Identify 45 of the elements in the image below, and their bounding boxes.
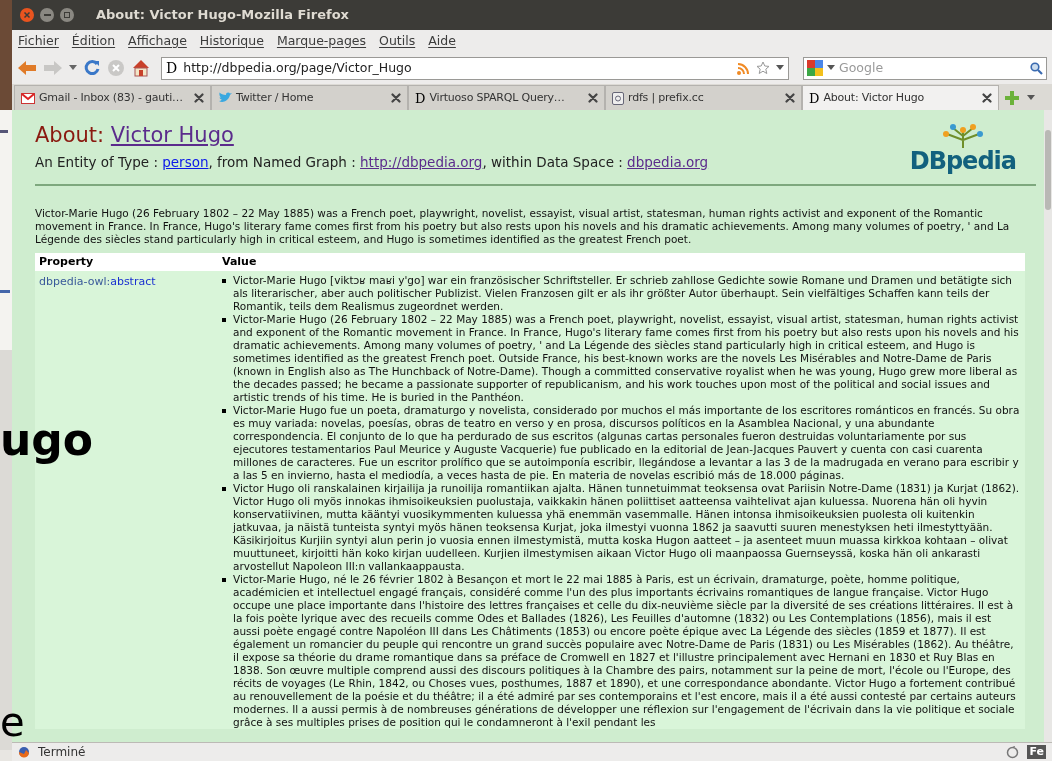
overlay-text: ugo bbox=[0, 418, 94, 462]
site-icon: D bbox=[166, 61, 178, 75]
entity-link[interactable]: http://dbpedia.org bbox=[360, 154, 483, 170]
tab-label: About: Victor Hugo bbox=[823, 89, 925, 106]
favicon: D bbox=[809, 91, 820, 105]
menu-item[interactable]: Marque-pages bbox=[276, 31, 367, 51]
url-text: http://dbpedia.org/page/Victor_Hugo bbox=[183, 58, 413, 77]
property-link[interactable]: dbpedia-owl:abstract bbox=[39, 275, 156, 288]
intro-paragraph: Victor-Marie Hugo (26 February 1802 – 22 May 1885) was a French poet, playwright, novelist, essayist, visual artist, statesman, human rights activist and exponent of the Romantic movement in France. In France, Hugo's literary fame comes first from his poetry but also rests upon his novels and his dramatic achievements. Among many volumes of poetry, ' and La Légende des siècles stand particularly high in critical esteem, and Hugo is sometimes identified as the greatest French poet. bbox=[35, 207, 1011, 246]
menu-item[interactable]: Aide bbox=[428, 31, 456, 51]
column-header: Property bbox=[38, 253, 95, 270]
heading-link[interactable]: Victor Hugo bbox=[110, 123, 234, 147]
browser-tab[interactable]: rdfs | prefix.cc bbox=[605, 85, 802, 110]
browser-tab[interactable]: Gmail - Inbox (83) - gauti… bbox=[14, 85, 211, 110]
abstract-text: Victor-Marie Hugo fue un poeta, dramaturgo y novelista, considerado por muchos el más importante de los escritores románticos en francés. Su obra es muy variada: novelas, poesías, obras de teatro en verso y en prosa, discursos políticos en la Asamblea Nacional, y una abundante correspondencia. El conjunto de lo que ha perdurado de sus escritos (algunas cartas personales fueron destruidas voluntariamente por sus ejecutores testamentarios Paul Meurice y Auguste Vacquerie) fue publicado en la editorial de Jean-Jacques Pauvert y cuenta con casi cuarenta millones de caracteres. Fue un escritor prolífico que se autoimponía escribir, llegándose a levantar a las 3 de la madrugada en verano para escribir y a las 5 en invierno, hasta el mediodía, a veces hasta de pie. En materia de novelas escribió más de 18.000 páginas. bbox=[233, 404, 1021, 482]
abstract-text: Victor-Marie Hugo, né le 26 février 1802 à Besançon et mort le 22 mai 1885 à Paris, est un écrivain, dramaturge, poète, homme politique, académicien et intellectuel engagé français, considéré comme l'un des plus importants écrivains romantiques de langue française. Victor Hugo occupe une place importante dans l'histoire des lettres françaises et celle du dix-neuvième siècle par la diversité de ses créations littéraires. Il est à la fois poète lyrique avec des recueils comme Odes et Ballades (1826), Les Feuilles d'automne (1832) ou Les Contemplations (1856), mais il est aussi poète engagé contre Napoléon III dans Les Châtiments (1853) ou encore poète épique avec La Légende des siècles (1859 et 1877). Il est également un romancier du peuple qui rencontre un grand succès populaire avec Notre-Dame de Paris (1831) ou Les Misérables (1862). Au théâtre, il expose sa théorie du drame romantique dans sa préface de Cromwell en 1827 et l'illustre principalement avec Hernani en 1830 et Ruy Blas en 1838. Son œuvre multiple comprend aussi des discours politiques à la Chambre des pairs, notamment sur la peine de mort, l'école ou l'Europe, des récits de voyages (Le Rhin, 1842, ou Choses vues, posthumes, 1887 et 1890), et une correspondance abondante. Victor Hugo a fortement contribué au renouvellement de la poésie et du théâtre; il a été admiré par ses contemporains et l'est encore, mais il a été aussi contesté par certains auteurs modernes. Il a aussi permis à de nombreuses générations de développer une réflexion sur l'engagement de l'écrivain dans la vie politique et sociale grâce à ses multiples prises de position qui le condamneront à l'exil pendant les bbox=[233, 573, 1017, 729]
menu-item[interactable]: Outils bbox=[379, 31, 416, 51]
entity-link[interactable]: person bbox=[162, 154, 209, 170]
status-badge: Fe bbox=[1027, 745, 1046, 759]
tab-label: Virtuoso SPARQL Query… bbox=[429, 89, 566, 106]
abstract-text: Victor-Marie Hugo (26 February 1802 – 22 May 1885) was a French poet, playwright, novelist, essayist, visual artist, statesman, human rights activist and exponent of the Romantic movement in France. In France, Hugo's literary fame comes first from his poetry but also rests upon his novels and his dramatic achievements. Among many volumes of poetry, ' and La Légende des siècles stand particularly high in critical esteem, and Hugo is sometimes identified as the greatest French poet. Outside France, his best-known works are the novels Les Misérables and Notre-Dame de Paris (known in English also as The Hunchback of Notre-Dame). Though a committed conservative royalist when he was young, Hugo grew more liberal as the decades passed; he became a passionate supporter of republicanism, and his work touches upon most of the political and social issues and artistic trends of his time. He is buried in the Panthéon. bbox=[233, 313, 1020, 404]
tab-label: rdfs | prefix.cc bbox=[628, 89, 705, 106]
browser-tab[interactable]: Twitter / Home bbox=[211, 85, 408, 110]
page-heading: About: bbox=[35, 123, 105, 147]
overlay-text: e bbox=[0, 702, 25, 742]
entity-description: An Entity of Type : person, from Named Graph : http://dbpedia.org, within Data Space : dbpedia.org bbox=[35, 153, 709, 172]
tab-label: Gmail - Inbox (83) - gauti… bbox=[39, 89, 184, 106]
menu-item[interactable]: Édition bbox=[71, 31, 116, 51]
abstract-text: Victor-Marie Hugo [viktɔʁ maʁi y'go] war ein französischer Schriftsteller. Er schrieb zahllose Gedichte sowie Romane und Dramen und betätigte sich als literarischer, aber auch politischer Publizist. Vielen Franzosen gilt er als ihr größter Autor überhaupt. Sein vielfältiges Schaffen kann teils der Romantik, teils dem Realismus zugeordnet werden. bbox=[233, 274, 1013, 313]
search-field[interactable]: Google bbox=[803, 56, 1047, 80]
tab-label: Twitter / Home bbox=[236, 89, 315, 106]
search-input[interactable]: Google bbox=[839, 58, 1026, 78]
favicon: D bbox=[415, 91, 426, 105]
address-bar[interactable]: D http://dbpedia.org/page/Victor_Hugo bbox=[161, 56, 789, 80]
browser-tab[interactable]: D About: Victor Hugo bbox=[802, 85, 999, 110]
menu-item[interactable]: Fichier bbox=[18, 31, 59, 51]
column-header: Value bbox=[222, 253, 257, 270]
window-title: About: Victor Hugo-Mozilla Firefox bbox=[96, 6, 349, 25]
status-text: Terminé bbox=[38, 744, 87, 761]
menu-item[interactable]: Historique bbox=[199, 31, 264, 51]
entity-link[interactable]: dbpedia.org bbox=[627, 154, 709, 170]
browser-tab[interactable]: D Virtuoso SPARQL Query… bbox=[408, 85, 605, 110]
menu-item[interactable]: Affichage bbox=[128, 31, 187, 51]
dbpedia-logo: DBpedia bbox=[909, 122, 1016, 174]
abstract-text: Victor Hugo oli ranskalainen kirjailija ja runoilija romantiikan ajalta. Hänen tunnetuimmat teoksensa ovat Pariisin Notre-Dame (1831) ja Kurjat (1862). Victor Hugo oli myös innokas ihmisoikeuksien puolustaja, vaikkakin hänen poliittiset aatteensa vaihtelivat ajan kuluessa. Nuorena hän oli hyvin konservatiivinen, mutta kääntyi vuosikymmenten kuluessa yhä enemmän vasemmalle. Hänen intonsa ihmisoikeuksien puolesta oli kuitenkin jatkuvaa, ja näistä tunteista syntyi myös hänen teoksensa Kurjat, joka ilmestyi vuonna 1862 ja saavutti suuren menestyksen heti ilmestyttyään. Käsikirjoitus Kurjiin syntyi alun perin jo vuosia ennen ilmestymistä, mutta koska Hugon aatteet – ja asenteet muun muassa kirkkoa kohtaan – olivat muuttuneet, kirjoitti hän koko kirjan uudelleen. Kurjien ilmestymisen aikaan Victor Hugo oli maanpaossa Guernseyssä, koska hän oli ankarasti arvostellut Napoleon III:n vallankaappausta. bbox=[233, 482, 1021, 573]
